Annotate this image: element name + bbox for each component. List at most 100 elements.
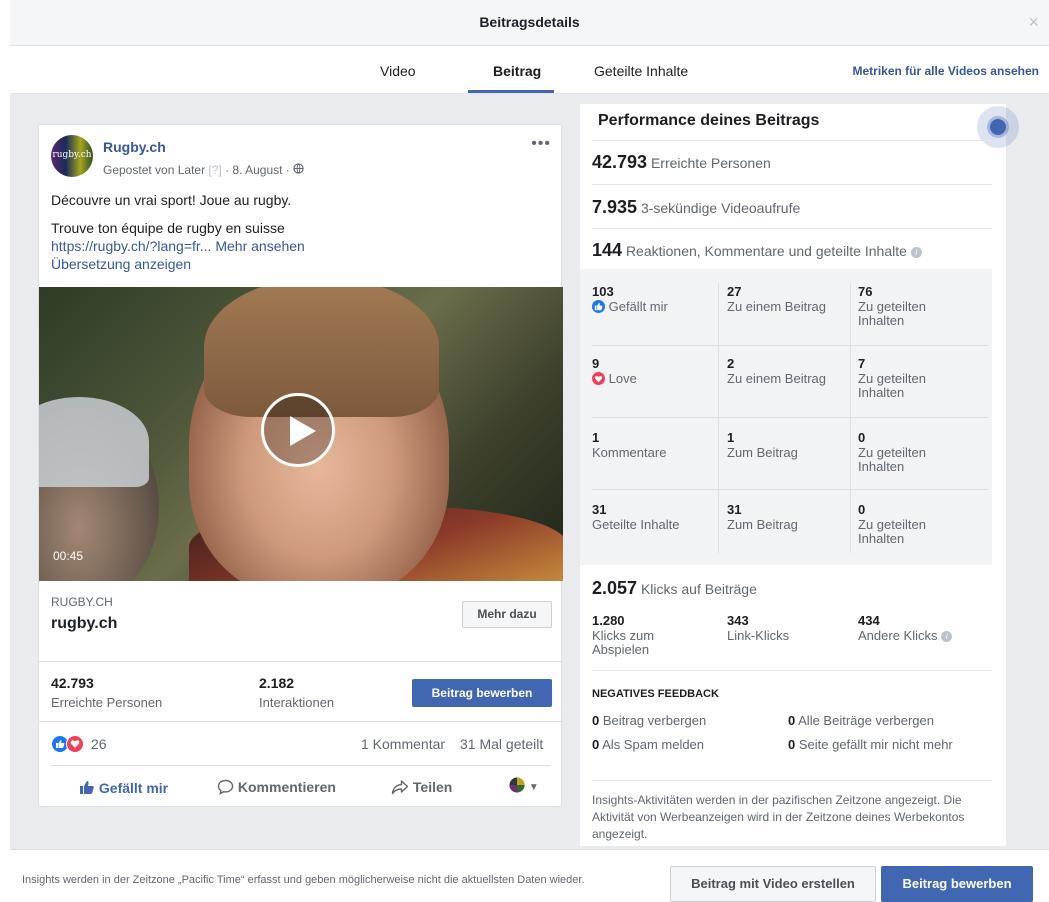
share-icon — [391, 779, 409, 795]
divider — [592, 228, 992, 229]
performance-panel: Performance deines Beitrags 42.793 Errei… — [580, 104, 1019, 846]
timezone-note: Insights-Aktivitäten werden in der pazif… — [592, 793, 965, 841]
page-avatar[interactable]: rugby.ch — [51, 135, 93, 177]
likes-on-shares-cell: 76 Zu geteilten Inhalten — [858, 284, 926, 328]
love-reaction-icon — [66, 735, 84, 753]
play-icon[interactable] — [261, 393, 335, 467]
post-preview: rugby.ch Rugby.ch Gepostet von Later [?]… — [38, 124, 563, 807]
tab-video[interactable]: Video — [380, 63, 416, 79]
love-cell: 9 Love — [592, 356, 637, 386]
video-duration: 00:45 — [53, 549, 84, 563]
link-title[interactable]: rugby.ch — [51, 615, 117, 633]
page-name-link[interactable]: Rugby.ch — [103, 139, 166, 155]
other-clicks-cell: 434 Andere Klicks i — [858, 614, 953, 643]
video-player[interactable]: 00:45 — [39, 287, 563, 581]
post-link-line: https://rugby.ch/?lang=fr... Mehr ansehe… — [51, 237, 305, 255]
negative-feedback-title: NEGATIVES FEEDBACK — [592, 688, 719, 700]
love-reaction-icon — [592, 371, 605, 386]
share-count[interactable]: 31 Mal geteilt — [460, 736, 543, 752]
all-video-metrics-link[interactable]: Metriken für alle Videos ansehen — [852, 64, 1039, 78]
post-text-line1: Découvre un vrai sport! Joue au rugby. — [51, 192, 292, 208]
divider — [718, 283, 719, 553]
reach-metric: 42.793 Erreichte Personen — [592, 152, 771, 172]
divider — [39, 721, 563, 722]
comment-count[interactable]: 1 Kommentar — [361, 736, 445, 752]
post-details-dialog: Beitragsdetails × Video Beitrag Geteilte… — [10, 0, 1049, 902]
video-views-metric: 7.935 3-sekündige Videoaufrufe — [592, 197, 801, 217]
thumbs-up-icon — [79, 780, 95, 796]
video-background-beanie — [39, 397, 149, 487]
divider — [592, 345, 988, 346]
post-meta: Gepostet von Later [?] · 8. August · — [103, 163, 304, 177]
shares-on-post-cell: 31 Zum Beitrag — [727, 502, 798, 532]
divider — [39, 661, 563, 662]
reach-value: 42.793 — [51, 675, 94, 691]
love-on-shares-cell: 7 Zu geteilten Inhalten — [858, 356, 926, 400]
footer-timezone-note: Insights werden in der Zeitzone „Pacific… — [22, 874, 585, 886]
post-text-line2: Trouve ton équipe de rugby en suisse — [51, 220, 285, 236]
info-icon[interactable]: i — [941, 631, 953, 643]
footer-boost-post-button[interactable]: Beitrag bewerben — [881, 866, 1033, 902]
see-translation-link[interactable]: Übersetzung anzeigen — [51, 255, 191, 273]
divider — [51, 765, 551, 766]
video-subject-hair — [204, 287, 439, 417]
link-clicks-cell: 343 Link-Klicks — [727, 613, 790, 643]
reactions-metric: 144 Reaktionen, Kommentare und geteilte … — [592, 240, 922, 261]
likes-cell: 103 Gefällt mir — [592, 284, 668, 314]
tab-post[interactable]: Beitrag — [493, 63, 541, 79]
divider — [592, 417, 988, 418]
tab-shared-content[interactable]: Geteilte Inhalte — [594, 63, 688, 79]
dialog-header: Beitragsdetails × — [10, 0, 1049, 46]
comments-cell: 1 Kommentare — [592, 430, 667, 460]
create-video-post-button[interactable]: Beitrag mit Video erstellen — [670, 866, 876, 902]
globe-icon — [293, 163, 304, 177]
spam-report-count: 0 Als Spam melden — [592, 737, 705, 752]
audience-selector[interactable]: ▼ — [509, 777, 539, 793]
learn-more-button[interactable]: Mehr dazu — [462, 601, 552, 628]
reaction-icons[interactable] — [51, 735, 85, 753]
dialog-footer: Insights werden in der Zeitzone „Pacific… — [10, 849, 1049, 902]
info-icon[interactable]: i — [910, 246, 922, 258]
love-on-post-cell: 2 Zu einem Beitrag — [727, 356, 826, 386]
likes-on-post-cell: 27 Zu einem Beitrag — [727, 284, 826, 314]
reactions-breakdown-grid: 103 Gefällt mir 27 Zu einem Beitrag 76 Zu … — [580, 269, 992, 565]
post-clicks-metric: 2.057 Klicks auf Beiträge — [592, 578, 757, 598]
dialog-title: Beitragsdetails — [479, 14, 580, 30]
comments-on-post-cell: 1 Zum Beitrag — [727, 430, 798, 460]
post-url-link[interactable]: https://rugby.ch/?lang=fr... — [51, 238, 211, 254]
like-button[interactable]: Gefällt mir — [79, 779, 168, 796]
reach-label: Erreichte Personen — [51, 695, 163, 710]
see-more-link[interactable]: Mehr ansehen — [215, 238, 305, 254]
close-icon[interactable]: × — [1028, 12, 1039, 33]
tab-bar: Video Beitrag Geteilte Inhalte Metriken … — [10, 46, 1049, 94]
divider — [592, 184, 992, 185]
chevron-down-icon: ▼ — [528, 782, 539, 793]
comment-button[interactable]: Kommentieren — [217, 779, 336, 795]
shares-on-shares-cell: 0 Zu geteilten Inhalten — [858, 502, 926, 546]
divider — [850, 283, 851, 553]
active-tab-indicator — [468, 90, 554, 93]
divider — [592, 140, 992, 141]
dialog-body: rugby.ch Rugby.ch Gepostet von Later [?]… — [10, 94, 1049, 849]
performance-title: Performance deines Beitrags — [598, 112, 820, 129]
more-options-icon[interactable]: ••• — [531, 135, 551, 153]
divider — [592, 489, 988, 490]
interactions-label: Interaktionen — [259, 695, 335, 710]
boost-post-button[interactable]: Beitrag bewerben — [412, 679, 552, 707]
unlike-page-count: 0 Seite gefällt mir nicht mehr — [788, 737, 953, 752]
divider — [592, 670, 992, 671]
comment-icon — [217, 779, 234, 795]
reaction-count[interactable]: 26 — [91, 736, 107, 752]
link-domain: RUGBY.CH — [51, 595, 113, 609]
share-button[interactable]: Teilen — [391, 779, 452, 795]
hide-post-count: 0 Beitrag verbergen — [592, 713, 707, 728]
pulse-indicator-icon[interactable] — [990, 119, 1006, 135]
page-avatar-small-icon — [509, 777, 525, 793]
shares-cell: 31 Geteilte Inhalte — [592, 502, 680, 532]
comments-on-shares-cell: 0 Zu geteilten Inhalten — [858, 430, 926, 474]
play-clicks-cell: 1.280 Klicks zum Abspielen — [592, 613, 655, 657]
divider — [592, 780, 992, 781]
hide-all-posts-count: 0 Alle Beiträge verbergen — [788, 713, 934, 728]
like-reaction-icon — [592, 299, 605, 314]
interactions-value: 2.182 — [259, 675, 295, 691]
